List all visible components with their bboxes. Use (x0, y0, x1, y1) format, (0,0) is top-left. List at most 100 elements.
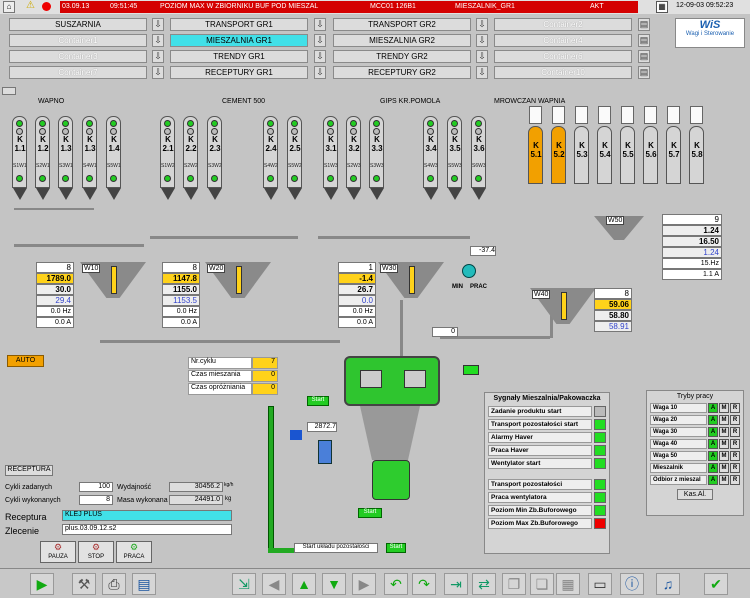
download-icon[interactable]: ⇩ (476, 50, 488, 63)
mode-R-button[interactable]: R (730, 450, 740, 461)
silo-5.2[interactable]: K 5.2 (551, 126, 566, 184)
download-icon[interactable]: ⇩ (476, 34, 488, 47)
screen-icon[interactable]: ▤ (638, 66, 650, 79)
silo-3.1[interactable]: K 3.1 S1W3 (323, 116, 338, 188)
silo-5.3[interactable]: K 5.3 (574, 126, 589, 184)
mode-M-button[interactable]: M (719, 462, 729, 473)
arrow-left-icon[interactable]: ◀ (262, 573, 286, 595)
document-icon[interactable]: ▤ (132, 573, 156, 595)
download-icon[interactable]: ⇩ (152, 34, 164, 47)
tab-14[interactable]: Container6 (494, 50, 632, 63)
tab-12[interactable]: Container2 (494, 18, 632, 31)
silo-2.2[interactable]: K 2.2 S2W2 (183, 116, 198, 188)
start2-button[interactable]: Start (358, 508, 382, 518)
silo-5.4[interactable]: K 5.4 (597, 126, 612, 184)
screen-icon[interactable]: ▤ (638, 34, 650, 47)
silo-3.3[interactable]: K 3.3 S3W3 (369, 116, 384, 188)
mode-M-button[interactable]: M (719, 414, 729, 425)
mode-R-button[interactable]: R (730, 462, 740, 473)
auto-button[interactable]: AUTO (7, 355, 44, 367)
silo-1.4[interactable]: K 1.4 S5W1 (106, 116, 121, 188)
silo-5.5[interactable]: K 5.5 (620, 126, 635, 184)
mode-R-button[interactable]: R (730, 414, 740, 425)
mode-M-button[interactable]: M (719, 450, 729, 461)
transfer-icon[interactable]: ⇄ (472, 573, 496, 595)
download-icon[interactable]: ⇩ (314, 66, 326, 79)
confirm-icon[interactable]: ✔ (704, 573, 728, 595)
mode-M-button[interactable]: M (719, 438, 729, 449)
download-icon[interactable]: ⇩ (152, 18, 164, 31)
stop-button[interactable]: ⚙ STOP (78, 541, 114, 563)
start-ukladu-button[interactable]: Start (386, 543, 406, 553)
fan-icon[interactable] (462, 264, 476, 278)
silo-2.3[interactable]: K 2.3 S3W2 (207, 116, 222, 188)
blue-valve-icon[interactable] (290, 430, 302, 440)
mode-R-button[interactable]: R (730, 426, 740, 437)
mixer-start-button[interactable]: Start (307, 396, 329, 406)
screen-icon[interactable]: ▤ (638, 18, 650, 31)
mode-A-button[interactable]: A (708, 462, 718, 473)
silo-5.7[interactable]: K 5.7 (666, 126, 681, 184)
copy-icon[interactable]: ❐ (502, 573, 526, 595)
tab-15[interactable]: Container10 (494, 66, 632, 79)
download-icon[interactable]: ⇩ (152, 66, 164, 79)
print-icon[interactable]: ⎙ (102, 573, 126, 595)
mode-A-button[interactable]: A (708, 474, 718, 485)
alarm-line[interactable]: 03.09.13 09:51:45 POZIOM MAX W ZBIORNIKU… (60, 1, 638, 13)
mode-A-button[interactable]: A (708, 426, 718, 437)
tab-4[interactable]: TRANSPORT GR1 (170, 18, 308, 31)
silo-5.1[interactable]: K 5.1 (528, 126, 543, 184)
tab-10[interactable]: TRENDY GR2 (333, 50, 471, 63)
mode-M-button[interactable]: M (719, 426, 729, 437)
silo-3.4[interactable]: K 3.4 S4W3 (423, 116, 438, 188)
silo-1.2[interactable]: K 1.2 S2W1 (35, 116, 50, 188)
receptura-value[interactable]: KLEJ PLUS (62, 510, 232, 521)
tab-8[interactable]: TRANSPORT GR2 (333, 18, 471, 31)
silo-1.3[interactable]: K 1.3 S4W1 (82, 116, 97, 188)
sound-icon[interactable]: ♫ (656, 573, 680, 595)
export-icon[interactable]: ⇲ (232, 573, 256, 595)
menu-icon[interactable] (2, 87, 16, 95)
mode-M-button[interactable]: M (719, 402, 729, 413)
tab-1[interactable]: Container1 (9, 34, 147, 47)
mode-R-button[interactable]: R (730, 438, 740, 449)
zlecenie-value[interactable]: plus.03.09.12.s2 (62, 524, 232, 535)
mode-A-button[interactable]: A (708, 450, 718, 461)
info-icon[interactable]: ⓘ (620, 573, 644, 595)
mode-A-button[interactable]: A (708, 438, 718, 449)
tab-6[interactable]: TRENDY GR1 (170, 50, 308, 63)
monitor-icon[interactable]: ▭ (588, 573, 612, 595)
mode-R-button[interactable]: R (730, 402, 740, 413)
paste-icon[interactable]: ❏ (530, 573, 554, 595)
silo-2.5[interactable]: K 2.5 S5W2 (287, 116, 302, 188)
tab-5[interactable]: MIESZALNIA GR1 (170, 34, 308, 47)
warning-icon[interactable]: ⚠ (26, 0, 38, 13)
silo-3.2[interactable]: K 3.2 S2W3 (346, 116, 361, 188)
tab-3[interactable]: Container7 (9, 66, 147, 79)
download-icon[interactable]: ⇩ (476, 66, 488, 79)
home-icon[interactable]: ⌂ (3, 1, 15, 13)
praca-button[interactable]: ⚙ PRACA (116, 541, 152, 563)
silo-2.4[interactable]: K 2.4 S4W2 (263, 116, 278, 188)
silo-3.5[interactable]: K 3.5 S5W3 (447, 116, 462, 188)
undo-icon[interactable]: ↶ (384, 573, 408, 595)
download-icon[interactable]: ⇩ (152, 50, 164, 63)
silo-3.6[interactable]: K 3.6 S6W3 (471, 116, 486, 188)
redo-icon[interactable]: ↷ (412, 573, 436, 595)
download-icon[interactable]: ⇩ (314, 34, 326, 47)
download-icon[interactable]: ⇩ (314, 18, 326, 31)
screen-icon[interactable]: ▤ (638, 50, 650, 63)
tab-11[interactable]: RECEPTURY GR2 (333, 66, 471, 79)
tab-7[interactable]: RECEPTURY GR1 (170, 66, 308, 79)
download-icon[interactable]: ⇩ (314, 50, 326, 63)
mode-M-button[interactable]: M (719, 474, 729, 485)
arrow-down-icon[interactable]: ▼ (322, 573, 346, 595)
pauza-button[interactable]: ⚙ PAUZA (40, 541, 76, 563)
silo-2.1[interactable]: K 2.1 S1W2 (160, 116, 175, 188)
kas-al-button[interactable]: Kas.Al. (677, 489, 713, 500)
silo-1.1[interactable]: K 1.1 S1W1 (12, 116, 27, 188)
tab-13[interactable]: Container4 (494, 34, 632, 47)
grid-icon[interactable]: ▦ (656, 1, 668, 13)
download-icon[interactable]: ⇩ (476, 18, 488, 31)
import-icon[interactable]: ⇥ (444, 573, 468, 595)
